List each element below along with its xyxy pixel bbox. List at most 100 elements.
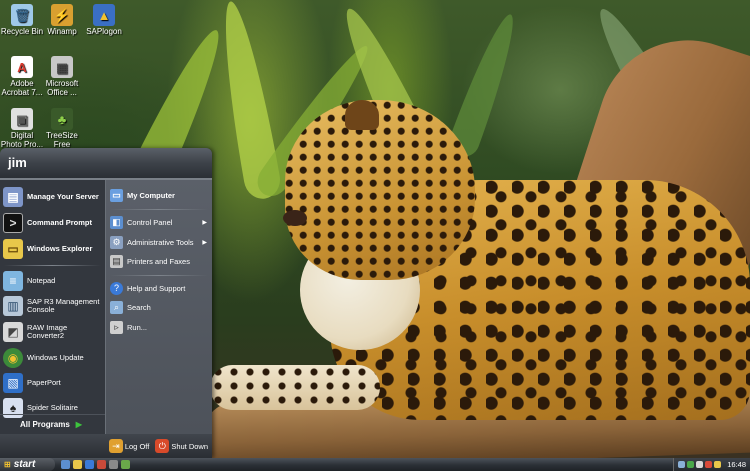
start-item-my-computer[interactable]: ▭ My Computer bbox=[106, 184, 212, 206]
control-panel-icon: ◧ bbox=[110, 216, 123, 230]
app2-icon[interactable] bbox=[121, 460, 130, 469]
start-menu-pinned-list: ▤ Manage Your Server > Command Prompt ▭ … bbox=[0, 180, 105, 434]
desktop-icon-winamp[interactable]: ⚡ Winamp bbox=[40, 4, 84, 36]
paperport-icon: ▧ bbox=[3, 372, 23, 393]
start-menu: jim ▤ Manage Your Server > Command Promp… bbox=[0, 148, 212, 458]
start-menu-separator bbox=[4, 265, 101, 266]
start-item-paperport[interactable]: ▧ PaperPort bbox=[0, 370, 105, 395]
user-name: jim bbox=[8, 155, 27, 170]
submenu-arrow-icon: ▶ bbox=[202, 239, 207, 246]
tray-app-icon[interactable] bbox=[714, 461, 722, 468]
tray-network-icon[interactable] bbox=[678, 461, 686, 468]
start-item-manage-your-server[interactable]: ▤ Manage Your Server bbox=[0, 184, 105, 210]
log-off-button[interactable]: ⇥ Log Off bbox=[108, 439, 150, 453]
tray-antivirus-icon[interactable] bbox=[705, 461, 713, 468]
start-item-notepad[interactable]: ≡ Notepad bbox=[0, 269, 105, 293]
start-item-command-prompt[interactable]: > Command Prompt bbox=[0, 210, 105, 236]
start-menu-separator bbox=[110, 209, 208, 210]
log-off-label: Log Off bbox=[124, 441, 150, 451]
windows-update-icon: ◉ bbox=[3, 347, 23, 368]
tray-volume-icon[interactable] bbox=[696, 461, 704, 468]
wallpaper-jaguar-leg bbox=[210, 365, 380, 410]
desktop-icon-label: TreeSize Free bbox=[46, 131, 78, 149]
system-tray: 16:48 bbox=[673, 458, 750, 471]
start-item-label: Spider Solitaire bbox=[27, 402, 78, 412]
explorer-icon[interactable] bbox=[73, 460, 82, 469]
desktop-icon-adobe-acrobat[interactable]: A Adobe Acrobat 7... bbox=[0, 56, 44, 97]
show-desktop-icon[interactable] bbox=[61, 460, 70, 469]
shut-down-button[interactable]: ⏻ Shut Down bbox=[155, 439, 208, 453]
saplogon-icon: ▲ bbox=[93, 4, 115, 26]
start-button[interactable]: ⊞ start bbox=[0, 458, 55, 471]
start-item-administrative-tools[interactable]: ⚙ Administrative Tools ▶ bbox=[106, 233, 212, 253]
sap-console-icon: ▥ bbox=[3, 296, 23, 316]
start-item-printers-and-faxes[interactable]: ▤ Printers and Faxes bbox=[106, 252, 212, 272]
power-icon: ⏻ bbox=[155, 439, 170, 453]
start-item-label: Windows Update bbox=[27, 352, 84, 362]
desktop-icon-digital-photo[interactable]: ▣ Digital Photo Pro... bbox=[0, 108, 44, 149]
quick-launch-bar bbox=[61, 460, 130, 469]
start-item-control-panel[interactable]: ◧ Control Panel ▶ bbox=[106, 213, 212, 233]
folder-explorer-icon: ▭ bbox=[3, 239, 23, 259]
microsoft-office-icon: ▦ bbox=[51, 56, 73, 78]
start-menu-user-header: jim bbox=[0, 148, 212, 180]
all-programs-label: All Programs bbox=[20, 420, 70, 429]
start-item-label: RAW Image Converter2 bbox=[27, 323, 68, 340]
desktop-icon-label: Adobe Acrobat 7... bbox=[1, 79, 43, 97]
wallpaper-jaguar-head bbox=[285, 100, 475, 280]
printer-icon: ▤ bbox=[110, 255, 123, 269]
start-item-search[interactable]: ⌕ Search bbox=[106, 298, 212, 318]
log-off-icon: ⇥ bbox=[108, 439, 123, 453]
ie-icon[interactable] bbox=[85, 460, 94, 469]
treesize-icon: ♣ bbox=[51, 108, 73, 130]
start-item-run[interactable]: ▹ Run... bbox=[106, 318, 212, 338]
start-item-label: Printers and Faxes bbox=[127, 257, 190, 267]
start-item-help-and-support[interactable]: ? Help and Support bbox=[106, 279, 212, 299]
submenu-arrow-icon: ▶ bbox=[202, 220, 207, 227]
start-item-label: PaperPort bbox=[27, 377, 61, 387]
start-item-label: Administrative Tools bbox=[127, 237, 194, 247]
all-programs-button[interactable]: All Programs ▶ bbox=[0, 414, 105, 434]
start-item-label: Windows Explorer bbox=[27, 244, 93, 253]
media-icon[interactable] bbox=[97, 460, 106, 469]
start-item-sap-r3-console[interactable]: ▥ SAP R3 Management Console bbox=[0, 293, 105, 319]
winamp-icon: ⚡ bbox=[51, 4, 73, 26]
admin-tools-icon: ⚙ bbox=[110, 235, 123, 249]
start-menu-separator bbox=[110, 274, 208, 276]
adobe-acrobat-icon: A bbox=[11, 56, 33, 78]
start-item-label: Command Prompt bbox=[27, 218, 93, 227]
start-item-label: Run... bbox=[127, 322, 148, 332]
desktop-icon-treesize[interactable]: ♣ TreeSize Free bbox=[40, 108, 84, 149]
desktop-icon-label: Digital Photo Pro... bbox=[0, 131, 44, 149]
desktop-icon-label: Microsoft Office ... bbox=[45, 79, 79, 97]
desktop-icon-saplogon[interactable]: ▲ SAPlogon bbox=[82, 4, 126, 36]
taskbar: ⊞ start 16:48 bbox=[0, 458, 750, 471]
wallpaper-jaguar-ear bbox=[345, 100, 379, 130]
start-item-windows-update[interactable]: ◉ Windows Update bbox=[0, 345, 105, 370]
desktop-icon-recycle-bin[interactable]: 🗑 Recycle Bin bbox=[0, 4, 44, 36]
run-icon: ▹ bbox=[110, 320, 123, 334]
desktop-icon-label: SAPlogon bbox=[86, 27, 122, 36]
start-item-label: Notepad bbox=[27, 276, 56, 285]
clock[interactable]: 16:48 bbox=[727, 460, 746, 469]
desktop-icon-label: Winamp bbox=[47, 27, 77, 36]
start-item-label: Help and Support bbox=[127, 283, 186, 293]
search-icon: ⌕ bbox=[110, 301, 123, 315]
start-item-windows-explorer[interactable]: ▭ Windows Explorer bbox=[0, 236, 105, 262]
start-item-label: Manage Your Server bbox=[27, 192, 99, 201]
tray-shield-icon[interactable] bbox=[687, 461, 695, 468]
recycle-bin-icon: 🗑 bbox=[11, 4, 33, 26]
start-menu-places-list: ▭ My Computer ◧ Control Panel ▶ ⚙ Admini… bbox=[105, 180, 212, 434]
start-item-label: SAP R3 Management Console bbox=[27, 297, 100, 314]
desktop-icon-microsoft-office[interactable]: ▦ Microsoft Office ... bbox=[40, 56, 84, 97]
digital-photo-icon: ▣ bbox=[11, 108, 33, 130]
start-item-raw-image-converter[interactable]: ◩ RAW Image Converter2 bbox=[0, 319, 105, 345]
desktop-icon-label: Recycle Bin bbox=[0, 27, 44, 36]
start-label: start bbox=[13, 459, 36, 470]
help-icon: ? bbox=[110, 281, 123, 295]
windows-flag-icon: ⊞ bbox=[4, 460, 11, 469]
server-icon: ▤ bbox=[3, 187, 23, 207]
notepad-icon: ≡ bbox=[3, 271, 23, 291]
my-computer-icon: ▭ bbox=[110, 188, 123, 202]
app-icon[interactable] bbox=[109, 460, 118, 469]
